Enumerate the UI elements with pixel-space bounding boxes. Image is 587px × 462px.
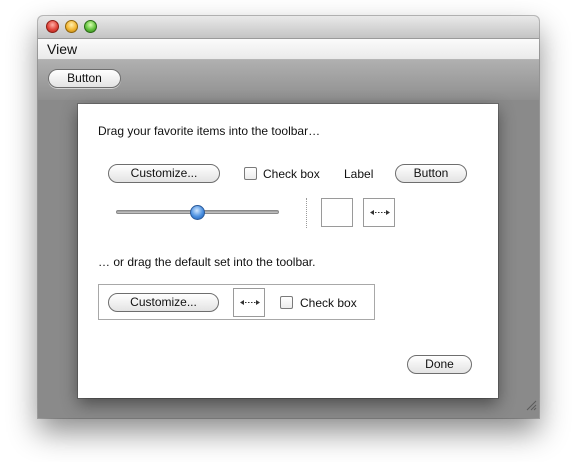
- customize-toolbar-sheet: Drag your favorite items into the toolba…: [78, 104, 498, 398]
- close-window-button[interactable]: [46, 20, 59, 33]
- button-item[interactable]: Button: [395, 164, 467, 183]
- default-customize-button: Customize...: [108, 293, 219, 312]
- checkbox-item-label: Check box: [263, 167, 320, 181]
- slider-knob[interactable]: [190, 205, 205, 220]
- minimize-window-button[interactable]: [65, 20, 78, 33]
- checkbox-item[interactable]: [244, 167, 257, 180]
- intro-text: Drag your favorite items into the toolba…: [98, 124, 321, 138]
- separator-item[interactable]: [306, 198, 307, 228]
- flexible-space-item[interactable]: [363, 198, 395, 227]
- toolbar: Button: [38, 60, 539, 100]
- done-button[interactable]: Done: [407, 355, 472, 374]
- default-set[interactable]: Customize... Check box: [98, 284, 375, 320]
- flexible-space-arrows-icon: [240, 300, 260, 305]
- customize-item-button[interactable]: Customize...: [108, 164, 220, 183]
- resize-grip-icon[interactable]: [526, 398, 537, 416]
- menu-view[interactable]: View: [47, 41, 77, 57]
- flexible-space-arrows-icon: [370, 210, 390, 215]
- default-flexible-space: [233, 288, 265, 317]
- space-item[interactable]: [321, 198, 353, 227]
- label-item[interactable]: Label: [344, 167, 373, 181]
- toolbar-button[interactable]: Button: [48, 69, 121, 88]
- zoom-window-button[interactable]: [84, 20, 97, 33]
- default-checkbox-label: Check box: [300, 296, 357, 310]
- default-set-text: … or drag the default set into the toolb…: [98, 255, 316, 269]
- menu-bar: View: [38, 39, 539, 60]
- title-bar: [38, 16, 539, 39]
- default-checkbox: [280, 296, 293, 309]
